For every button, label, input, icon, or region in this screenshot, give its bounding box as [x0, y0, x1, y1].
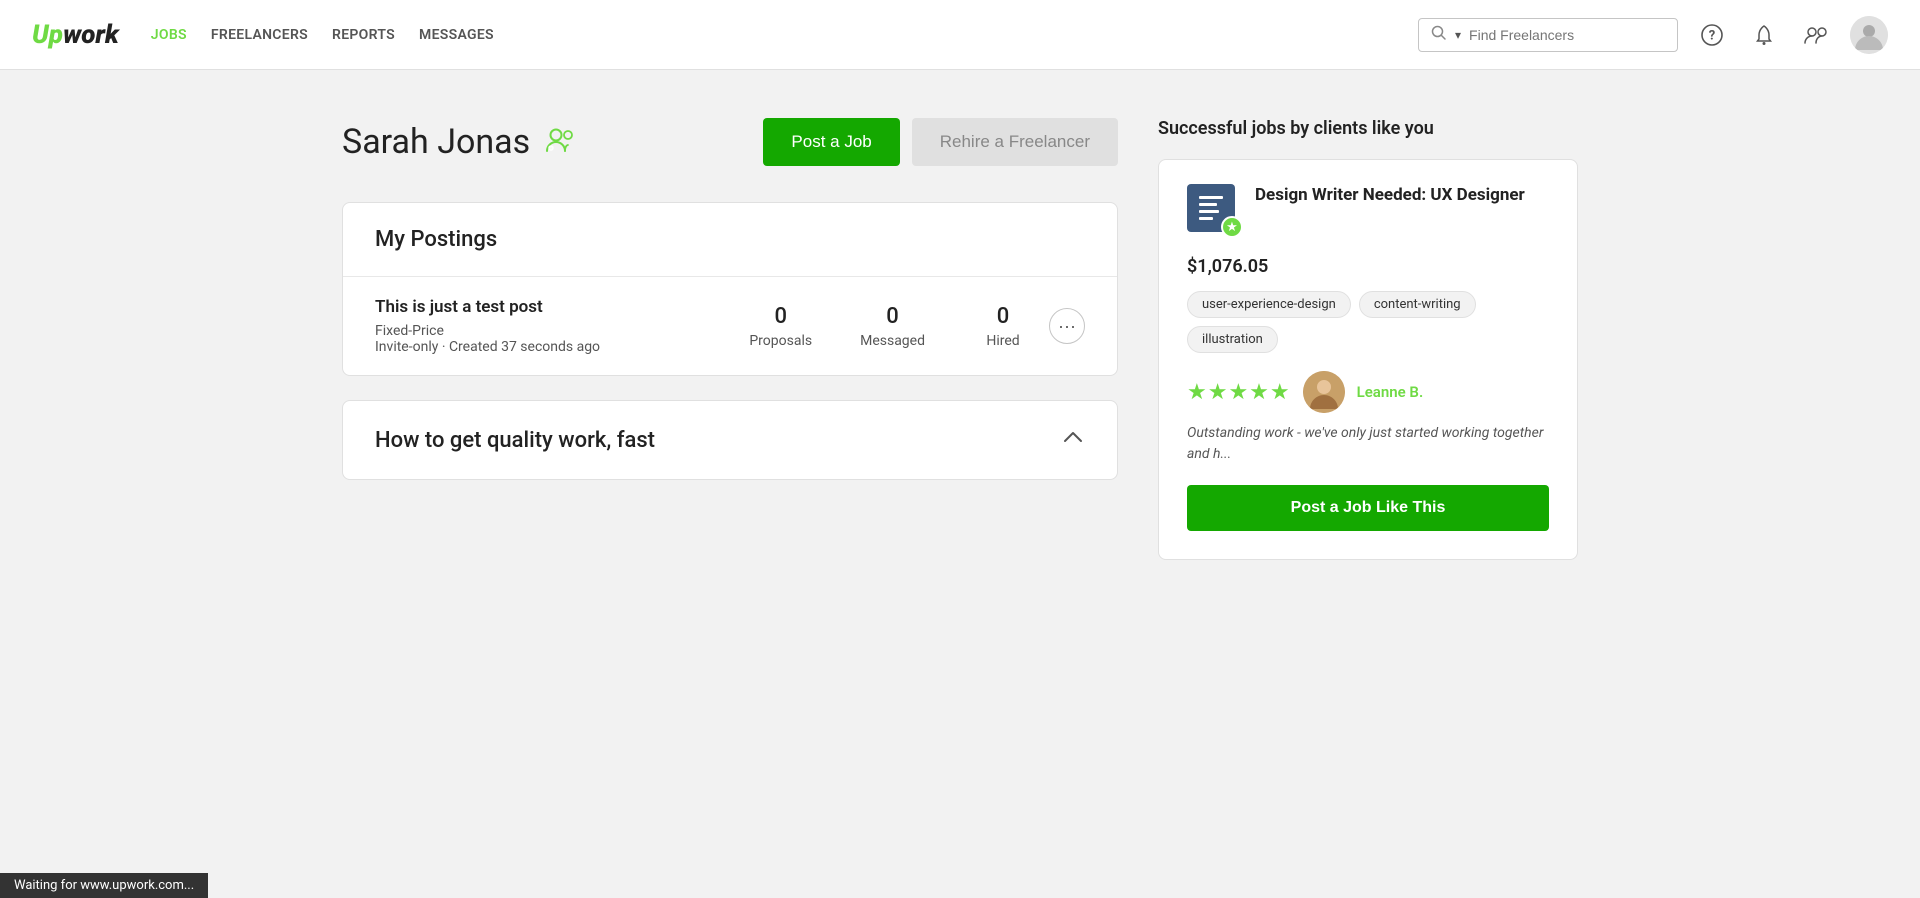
notifications-icon[interactable]	[1746, 17, 1782, 53]
post-job-like-button[interactable]: Post a Job Like This	[1187, 485, 1549, 531]
header-right: ▾ ?	[1418, 16, 1888, 54]
account-switch-icon[interactable]	[1798, 17, 1834, 53]
logo-work-text: work	[63, 20, 119, 50]
reviewer-avatar	[1303, 371, 1345, 413]
my-postings-card: My Postings This is just a test post Fix…	[342, 202, 1118, 376]
help-icon[interactable]: ?	[1694, 17, 1730, 53]
star-rating: ★★★★★	[1187, 380, 1291, 405]
badge-star-icon: ★	[1221, 216, 1243, 238]
nav-messages[interactable]: MESSAGES	[419, 27, 494, 43]
chevron-up-icon	[1061, 425, 1085, 455]
job-card-title[interactable]: Design Writer Needed: UX Designer	[1255, 184, 1525, 207]
posting-type-label: Fixed-Price	[375, 323, 444, 339]
nav-jobs[interactable]: JOBS	[151, 27, 187, 43]
job-icon-line-3	[1199, 210, 1219, 213]
job-amount: $1,076.05	[1187, 256, 1549, 277]
how-to-card[interactable]: How to get quality work, fast	[342, 400, 1118, 480]
nav-reports[interactable]: REPORTS	[332, 27, 395, 43]
main-nav: JOBS FREELANCERS REPORTS MESSAGES	[151, 27, 494, 43]
posting-stats: 0 Proposals 0 Messaged 0 Hired	[749, 304, 1033, 349]
proposals-count: 0	[774, 304, 787, 329]
logo[interactable]: Upwork	[32, 20, 119, 50]
posting-info: This is just a test post Fixed-Price Inv…	[375, 297, 749, 355]
my-postings-header: My Postings	[343, 203, 1117, 277]
posting-secondary-meta: Invite-only · Created 37 seconds ago	[375, 339, 749, 355]
job-card: ★ Design Writer Needed: UX Designer $1,0…	[1158, 159, 1578, 560]
messaged-count: 0	[886, 304, 899, 329]
search-dropdown-icon[interactable]: ▾	[1455, 28, 1461, 42]
posting-row: This is just a test post Fixed-Price Inv…	[343, 277, 1117, 375]
job-icon-lines	[1199, 196, 1223, 220]
header: Upwork JOBS FREELANCERS REPORTS MESSAGES…	[0, 0, 1920, 70]
job-tags: user-experience-design content-writing i…	[1187, 291, 1549, 353]
more-dots-icon: ···	[1058, 316, 1076, 337]
hired-count: 0	[997, 304, 1010, 329]
logo-up-text: Up	[32, 20, 63, 50]
job-card-header: ★ Design Writer Needed: UX Designer	[1187, 184, 1549, 236]
proposals-label: Proposals	[749, 333, 812, 349]
header-actions: Post a Job Rehire a Freelancer	[763, 118, 1118, 166]
job-icon-line-1	[1199, 196, 1223, 199]
hired-label: Hired	[986, 333, 1019, 349]
tag-0[interactable]: user-experience-design	[1187, 291, 1351, 318]
page-content: Sarah Jonas Post a Job Rehire a Freelan	[310, 70, 1610, 608]
my-postings-title: My Postings	[375, 227, 1085, 252]
posting-title[interactable]: This is just a test post	[375, 297, 749, 317]
nav-freelancers[interactable]: FREELANCERS	[211, 27, 308, 43]
page-title: Sarah Jonas	[342, 122, 530, 162]
status-text: Waiting for www.upwork.com...	[14, 878, 194, 893]
reviewer-name[interactable]: Leanne B.	[1357, 383, 1424, 401]
user-avatar[interactable]	[1850, 16, 1888, 54]
messaged-label: Messaged	[860, 333, 925, 349]
page-title-row: Sarah Jonas	[342, 122, 576, 162]
job-icon-line-2	[1199, 203, 1217, 206]
messaged-stat: 0 Messaged	[860, 304, 925, 349]
hired-stat: 0 Hired	[973, 304, 1033, 349]
page-header: Sarah Jonas Post a Job Rehire a Freelan	[342, 118, 1118, 166]
post-job-button[interactable]: Post a Job	[763, 118, 899, 166]
svg-text:?: ?	[1709, 28, 1715, 43]
search-input[interactable]	[1469, 27, 1665, 43]
job-icon-wrap: ★	[1187, 184, 1239, 236]
right-column: Successful jobs by clients like you ★ De…	[1158, 118, 1578, 560]
rehire-freelancer-button[interactable]: Rehire a Freelancer	[912, 118, 1118, 166]
how-to-title: How to get quality work, fast	[375, 428, 655, 453]
sidebar-heading: Successful jobs by clients like you	[1158, 118, 1578, 139]
tag-1[interactable]: content-writing	[1359, 291, 1476, 318]
reviewer-row: ★★★★★ Leanne B.	[1187, 371, 1549, 413]
team-icon[interactable]	[544, 125, 576, 159]
more-options-button[interactable]: ···	[1049, 308, 1085, 344]
status-bar: Waiting for www.upwork.com...	[0, 873, 208, 898]
job-icon-line-4	[1199, 217, 1213, 220]
posting-type: Fixed-Price	[375, 323, 749, 339]
left-column: Sarah Jonas Post a Job Rehire a Freelan	[342, 118, 1118, 560]
tag-2[interactable]: illustration	[1187, 326, 1278, 353]
search-bar[interactable]: ▾	[1418, 18, 1678, 52]
proposals-stat: 0 Proposals	[749, 304, 812, 349]
search-icon	[1431, 25, 1447, 45]
review-text: Outstanding work - we've only just start…	[1187, 423, 1549, 465]
